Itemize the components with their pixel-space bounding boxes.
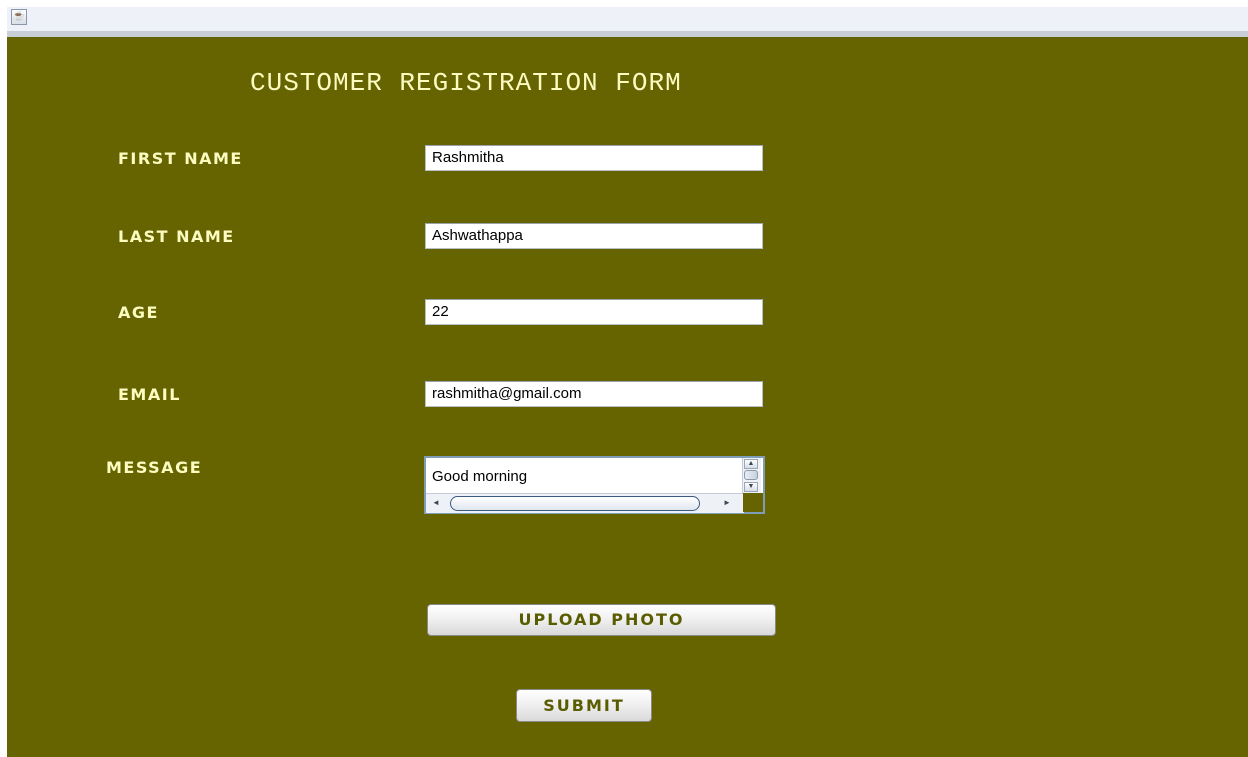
last-name-field[interactable]: Ashwathappa bbox=[425, 223, 763, 249]
scroll-right-icon[interactable]: ► bbox=[720, 496, 734, 510]
form-title: CUSTOMER REGISTRATION FORM bbox=[250, 68, 682, 98]
scroll-down-icon[interactable]: ▼ bbox=[744, 482, 758, 492]
message-text: Good morning bbox=[432, 468, 528, 485]
message-textarea[interactable]: Good morning ▲ ▼ ◄ ► bbox=[424, 456, 765, 514]
email-label: EMAIL bbox=[118, 385, 181, 404]
window-titlebar: ☕ bbox=[7, 7, 1248, 31]
message-label: MESSAGE bbox=[106, 458, 203, 477]
first-name-field[interactable]: Rashmitha bbox=[425, 145, 763, 171]
message-horizontal-scrollbar[interactable]: ◄ ► bbox=[426, 493, 744, 513]
age-label: AGE bbox=[118, 303, 159, 322]
scroll-left-icon[interactable]: ◄ bbox=[429, 496, 443, 510]
email-field[interactable]: rashmitha@gmail.com bbox=[425, 381, 763, 407]
scroll-up-icon[interactable]: ▲ bbox=[744, 459, 758, 469]
message-vertical-scrollbar[interactable]: ▲ ▼ bbox=[742, 458, 761, 493]
vertical-scroll-thumb[interactable] bbox=[744, 470, 758, 480]
submit-button[interactable]: SUBMIT bbox=[516, 689, 652, 722]
upload-photo-button[interactable]: UPLOAD PHOTO bbox=[427, 604, 776, 636]
horizontal-scroll-thumb[interactable] bbox=[450, 496, 700, 511]
age-field[interactable]: 22 bbox=[425, 299, 763, 325]
first-name-label: FIRST NAME bbox=[118, 149, 243, 168]
scroll-corner bbox=[743, 493, 763, 512]
last-name-label: LAST NAME bbox=[118, 227, 235, 246]
java-cup-icon[interactable]: ☕ bbox=[11, 9, 27, 25]
